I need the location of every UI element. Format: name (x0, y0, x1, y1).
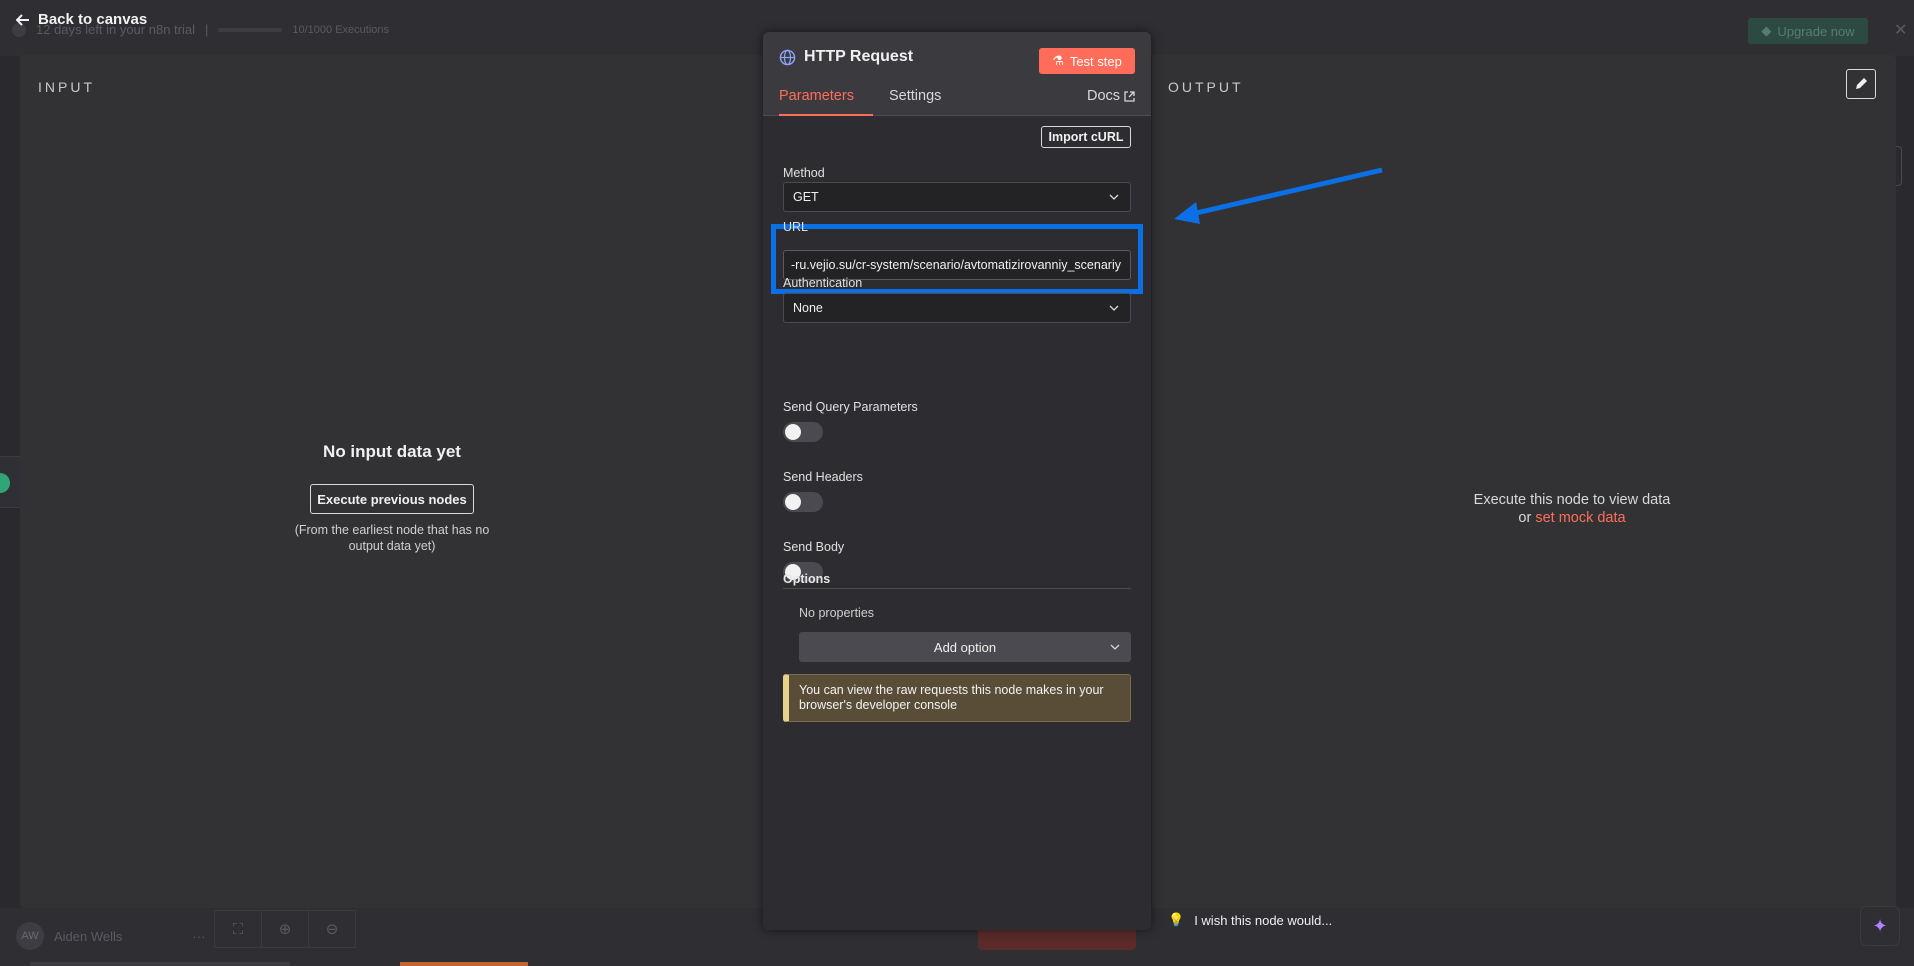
arrow-left-icon (16, 13, 29, 26)
chevron-down-icon (1109, 194, 1119, 200)
tab-settings[interactable]: Settings (889, 88, 941, 116)
zoom-in-icon[interactable]: ⊕ (261, 910, 309, 948)
edit-output-button[interactable] (1846, 69, 1876, 99)
node-details-panel: HTTP Request ⚗ Test step Parameters Sett… (763, 32, 1151, 930)
url-label: URL (783, 220, 809, 234)
scroll-strip-accent (400, 962, 528, 966)
options-divider (783, 588, 1131, 589)
zoom-controls: ⛶ ⊕ ⊖ (214, 910, 356, 948)
no-properties-text: No properties (799, 606, 875, 620)
zoom-out-icon[interactable]: ⊖ (308, 910, 356, 948)
flask-icon: ⚗ (1052, 53, 1064, 68)
feedback-wish-link[interactable]: 💡 I wish this node would... (1168, 912, 1332, 928)
status-dot-icon (0, 473, 10, 493)
method-label: Method (783, 166, 825, 180)
node-tabs: Parameters Settings Docs (763, 88, 1151, 116)
close-icon[interactable]: ✕ (1894, 20, 1907, 40)
fit-view-icon[interactable]: ⛶ (214, 910, 262, 948)
globe-icon (779, 49, 796, 65)
executions-count: 10/1000 Executions (292, 23, 390, 36)
options-heading: Options (783, 572, 831, 586)
input-title: INPUT (38, 79, 95, 95)
send-headers-label: Send Headers (783, 470, 863, 484)
import-curl-button[interactable]: Import cURL (1041, 126, 1131, 148)
pencil-icon (1856, 78, 1867, 89)
send-headers-toggle[interactable] (783, 492, 823, 512)
no-input-heading: No input data yet (323, 442, 461, 461)
node-title: HTTP Request (779, 48, 913, 66)
tab-docs[interactable]: Docs (1087, 88, 1135, 116)
avatar: AW (16, 922, 44, 950)
method-select[interactable]: GET (783, 182, 1131, 212)
test-step-button[interactable]: ⚗ Test step (1039, 48, 1135, 74)
input-panel: INPUT No input data yet Execute previous… (20, 55, 764, 908)
lightbulb-icon: 💡 (1168, 912, 1185, 927)
send-query-label: Send Query Parameters (783, 400, 918, 414)
output-empty-message: Execute this node to view data or set mo… (1473, 492, 1671, 526)
send-body-label: Send Body (783, 540, 845, 554)
user-menu[interactable]: AW Aiden Wells ··· (16, 922, 205, 950)
chevron-down-icon (1110, 644, 1120, 650)
gem-icon: ◆ (1761, 23, 1772, 38)
annotation-arrow (1174, 167, 1383, 224)
send-query-toggle[interactable] (783, 422, 823, 442)
ai-assistant-button[interactable]: ✦ (1860, 906, 1900, 946)
tab-parameters[interactable]: Parameters (779, 88, 873, 116)
executions-progress (218, 27, 283, 32)
input-hint: (From the earliest node that has no outp… (294, 523, 490, 553)
raw-request-notice: You can view the raw requests this node … (783, 674, 1131, 722)
upgrade-button[interactable]: ◆ Upgrade now (1748, 18, 1868, 44)
right-edge-handle (1896, 146, 1902, 186)
output-title: OUTPUT (1168, 79, 1244, 95)
user-name: Aiden Wells (54, 928, 123, 944)
node-parameters: Import cURL Method GET URL -ru.vejio.su/… (763, 116, 1151, 930)
chevron-down-icon (1109, 305, 1119, 311)
execute-previous-nodes-button[interactable]: Execute previous nodes (310, 484, 474, 514)
authentication-label: Authentication (783, 276, 863, 290)
back-to-canvas-link[interactable]: Back to canvas (16, 11, 147, 28)
set-mock-data-link[interactable]: set mock data (1535, 510, 1625, 526)
sparkle-icon: ✦ (1872, 915, 1888, 936)
add-option-dropdown[interactable]: Add option (799, 632, 1131, 662)
scroll-strip (30, 962, 290, 966)
more-icon[interactable]: ··· (192, 929, 205, 944)
authentication-select[interactable]: None (783, 293, 1131, 323)
external-link-icon (1124, 91, 1135, 102)
